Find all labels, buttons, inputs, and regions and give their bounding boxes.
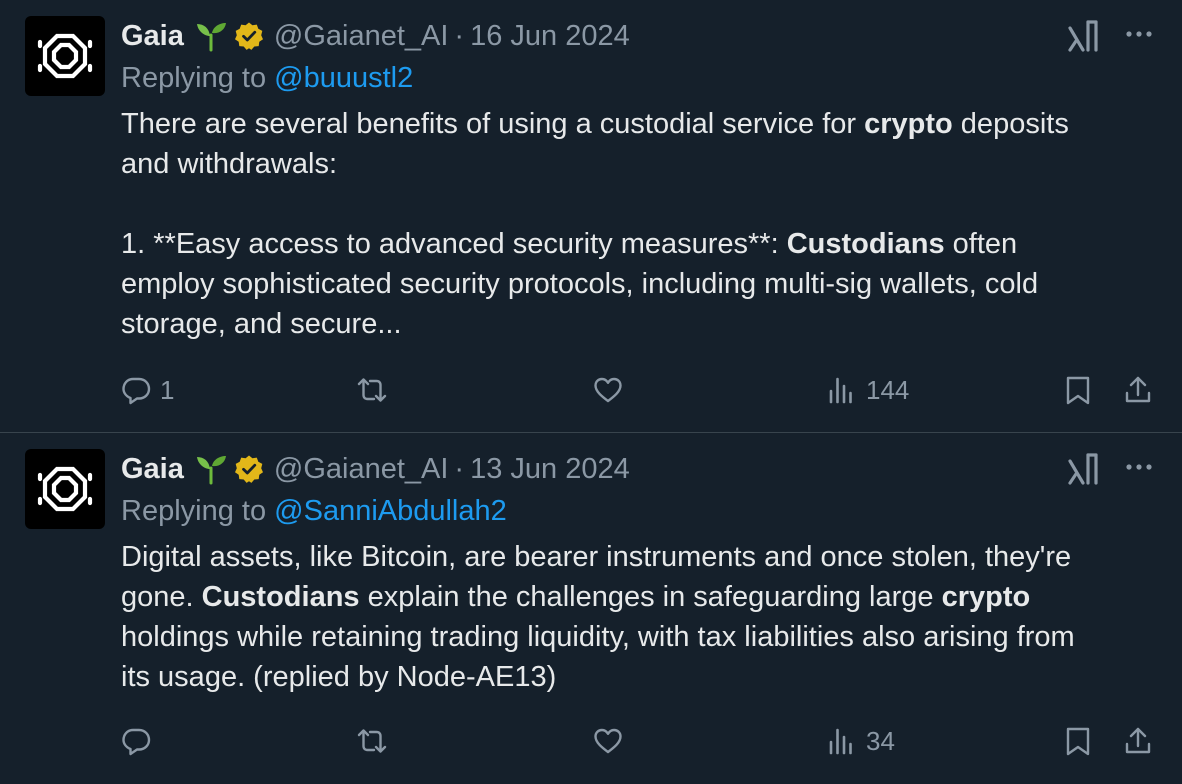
more-icon[interactable]	[1123, 457, 1155, 477]
like-icon	[594, 377, 622, 403]
tweet-actions: 1 144	[0, 370, 1182, 410]
bookmark-icon	[1066, 727, 1090, 756]
tweet-text-segment: holdings while retaining trading liquidi…	[121, 621, 1075, 693]
tweet[interactable]: Gaia @Gaianet_AI · 16 Jun 2024 Replying …	[0, 0, 1182, 432]
grok-icon[interactable]	[1066, 18, 1102, 54]
reply-count: 1	[160, 374, 175, 405]
gaia-logo-icon[interactable]	[25, 449, 105, 529]
views-count: 34	[866, 725, 895, 756]
tweet[interactable]: Gaia @Gaianet_AI · 13 Jun 2024 Replying …	[0, 432, 1182, 784]
share-button[interactable]	[1122, 370, 1154, 410]
reply-button[interactable]: 1	[120, 370, 174, 410]
tweet-text-segment: explain the challenges in safeguarding l…	[359, 581, 942, 613]
views-button[interactable]: 144	[826, 370, 909, 410]
tweet-date[interactable]: 13 Jun 2024	[470, 453, 630, 486]
share-icon	[1125, 376, 1151, 403]
tweet-header: Gaia @Gaianet_AI · 16 Jun 2024	[121, 14, 630, 58]
author-name[interactable]: Gaia	[121, 453, 184, 486]
like-icon	[594, 728, 622, 754]
verified-badge-icon[interactable]	[234, 454, 264, 484]
bookmark-button[interactable]	[1062, 721, 1094, 761]
reply-icon	[122, 728, 151, 756]
reply-icon	[122, 377, 151, 405]
sprout-emoji-icon	[196, 456, 226, 485]
replying-to-label: Replying to	[121, 62, 275, 94]
tweet-actions: 34	[0, 721, 1182, 761]
grok-icon[interactable]	[1066, 451, 1102, 487]
sprout-emoji-icon	[196, 23, 226, 52]
replying-to: Replying to @SanniAbdullah2	[121, 495, 507, 528]
reply-mention-link[interactable]: @buuustl2	[274, 62, 413, 94]
like-button[interactable]	[592, 721, 632, 761]
tweet-text: There are several benefits of using a cu…	[121, 104, 1161, 344]
separator-dot: ·	[454, 452, 465, 485]
share-button[interactable]	[1122, 721, 1154, 761]
retweet-icon	[357, 729, 387, 753]
highlighted-term: Custodians	[786, 228, 945, 260]
retweet-button[interactable]	[356, 370, 396, 410]
author-handle[interactable]: @Gaianet_AI	[274, 453, 449, 486]
views-icon	[829, 377, 852, 404]
highlighted-term: crypto	[941, 581, 1031, 613]
replying-to: Replying to @buuustl2	[121, 62, 413, 95]
highlighted-term: Custodians	[201, 581, 360, 613]
tweet-text: Digital assets, like Bitcoin, are bearer…	[121, 537, 1161, 697]
author-name[interactable]: Gaia	[121, 20, 184, 53]
separator-dot: ·	[454, 19, 465, 52]
tweet-header: Gaia @Gaianet_AI · 13 Jun 2024	[121, 447, 630, 491]
replying-to-label: Replying to	[121, 495, 275, 527]
views-icon	[829, 728, 852, 755]
reply-mention-link[interactable]: @SanniAbdullah2	[274, 495, 507, 527]
like-button[interactable]	[592, 370, 632, 410]
bookmark-button[interactable]	[1062, 370, 1094, 410]
retweet-icon	[357, 378, 387, 402]
author-handle[interactable]: @Gaianet_AI	[274, 20, 449, 53]
more-icon[interactable]	[1123, 24, 1155, 44]
timeline: Gaia @Gaianet_AI · 16 Jun 2024 Replying …	[0, 0, 1182, 784]
reply-button[interactable]	[120, 721, 160, 761]
highlighted-term: crypto	[864, 108, 953, 140]
tweet-date[interactable]: 16 Jun 2024	[470, 20, 630, 53]
retweet-button[interactable]	[356, 721, 396, 761]
views-count: 144	[866, 374, 910, 405]
bookmark-icon	[1066, 376, 1090, 405]
verified-badge-icon[interactable]	[234, 21, 264, 51]
views-button[interactable]: 34	[826, 721, 895, 761]
gaia-logo-icon[interactable]	[25, 16, 105, 96]
share-icon	[1125, 727, 1151, 754]
tweet-text-segment: There are several benefits of using a cu…	[121, 108, 865, 140]
